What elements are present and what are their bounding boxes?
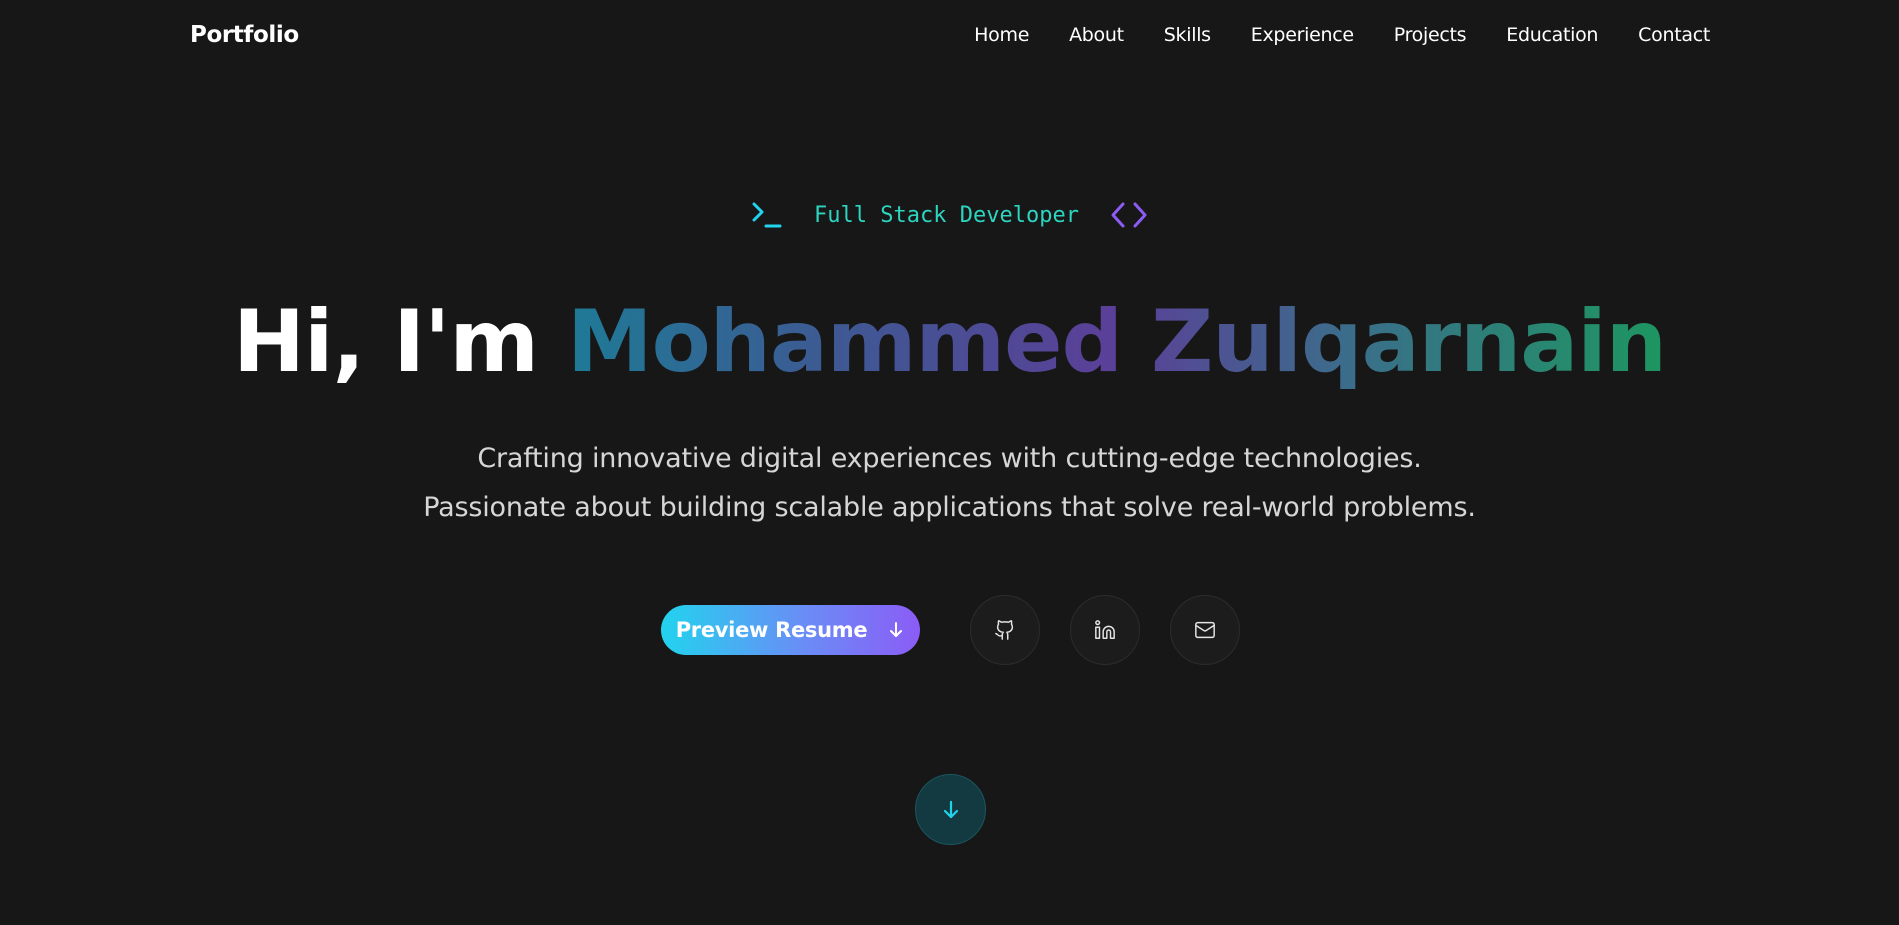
mail-icon xyxy=(1194,619,1216,641)
hero-name: Mohammed Zulqarnain xyxy=(566,292,1667,392)
preview-resume-button[interactable]: Preview Resume xyxy=(661,605,920,655)
hero-greeting: Hi, I'm xyxy=(233,292,539,392)
brand-logo[interactable]: Portfolio xyxy=(190,22,299,48)
preview-resume-label: Preview Resume xyxy=(675,618,868,642)
nav-link-experience[interactable]: Experience xyxy=(1251,24,1354,46)
github-button[interactable] xyxy=(970,595,1040,665)
nav-links: Home About Skills Experience Projects Ed… xyxy=(974,24,1710,46)
linkedin-button[interactable] xyxy=(1070,595,1140,665)
nav-link-contact[interactable]: Contact xyxy=(1638,24,1710,46)
nav-link-about[interactable]: About xyxy=(1069,24,1124,46)
linkedin-icon xyxy=(1094,619,1116,641)
arrow-down-icon xyxy=(887,621,905,639)
tagline-line-1: Crafting innovative digital experiences … xyxy=(477,443,1422,474)
role-text: Full Stack Developer xyxy=(814,202,1079,228)
mail-button[interactable] xyxy=(1170,595,1240,665)
code-icon xyxy=(1109,200,1149,230)
role-line: Full Stack Developer xyxy=(0,200,1899,230)
terminal-icon xyxy=(750,200,784,230)
scroll-down-button[interactable] xyxy=(915,774,986,845)
nav-link-skills[interactable]: Skills xyxy=(1164,24,1211,46)
arrow-down-icon xyxy=(940,799,962,821)
hero-title: Hi, I'm Mohammed Zulqarnain xyxy=(0,292,1899,392)
nav-link-projects[interactable]: Projects xyxy=(1394,24,1467,46)
portfolio-page: Portfolio Home About Skills Experience P… xyxy=(0,0,1899,925)
tagline-line-2: Passionate about building scalable appli… xyxy=(423,492,1476,523)
nav-link-education[interactable]: Education xyxy=(1506,24,1598,46)
nav-link-home[interactable]: Home xyxy=(974,24,1029,46)
github-icon xyxy=(994,619,1016,641)
navbar: Portfolio Home About Skills Experience P… xyxy=(0,0,1899,74)
